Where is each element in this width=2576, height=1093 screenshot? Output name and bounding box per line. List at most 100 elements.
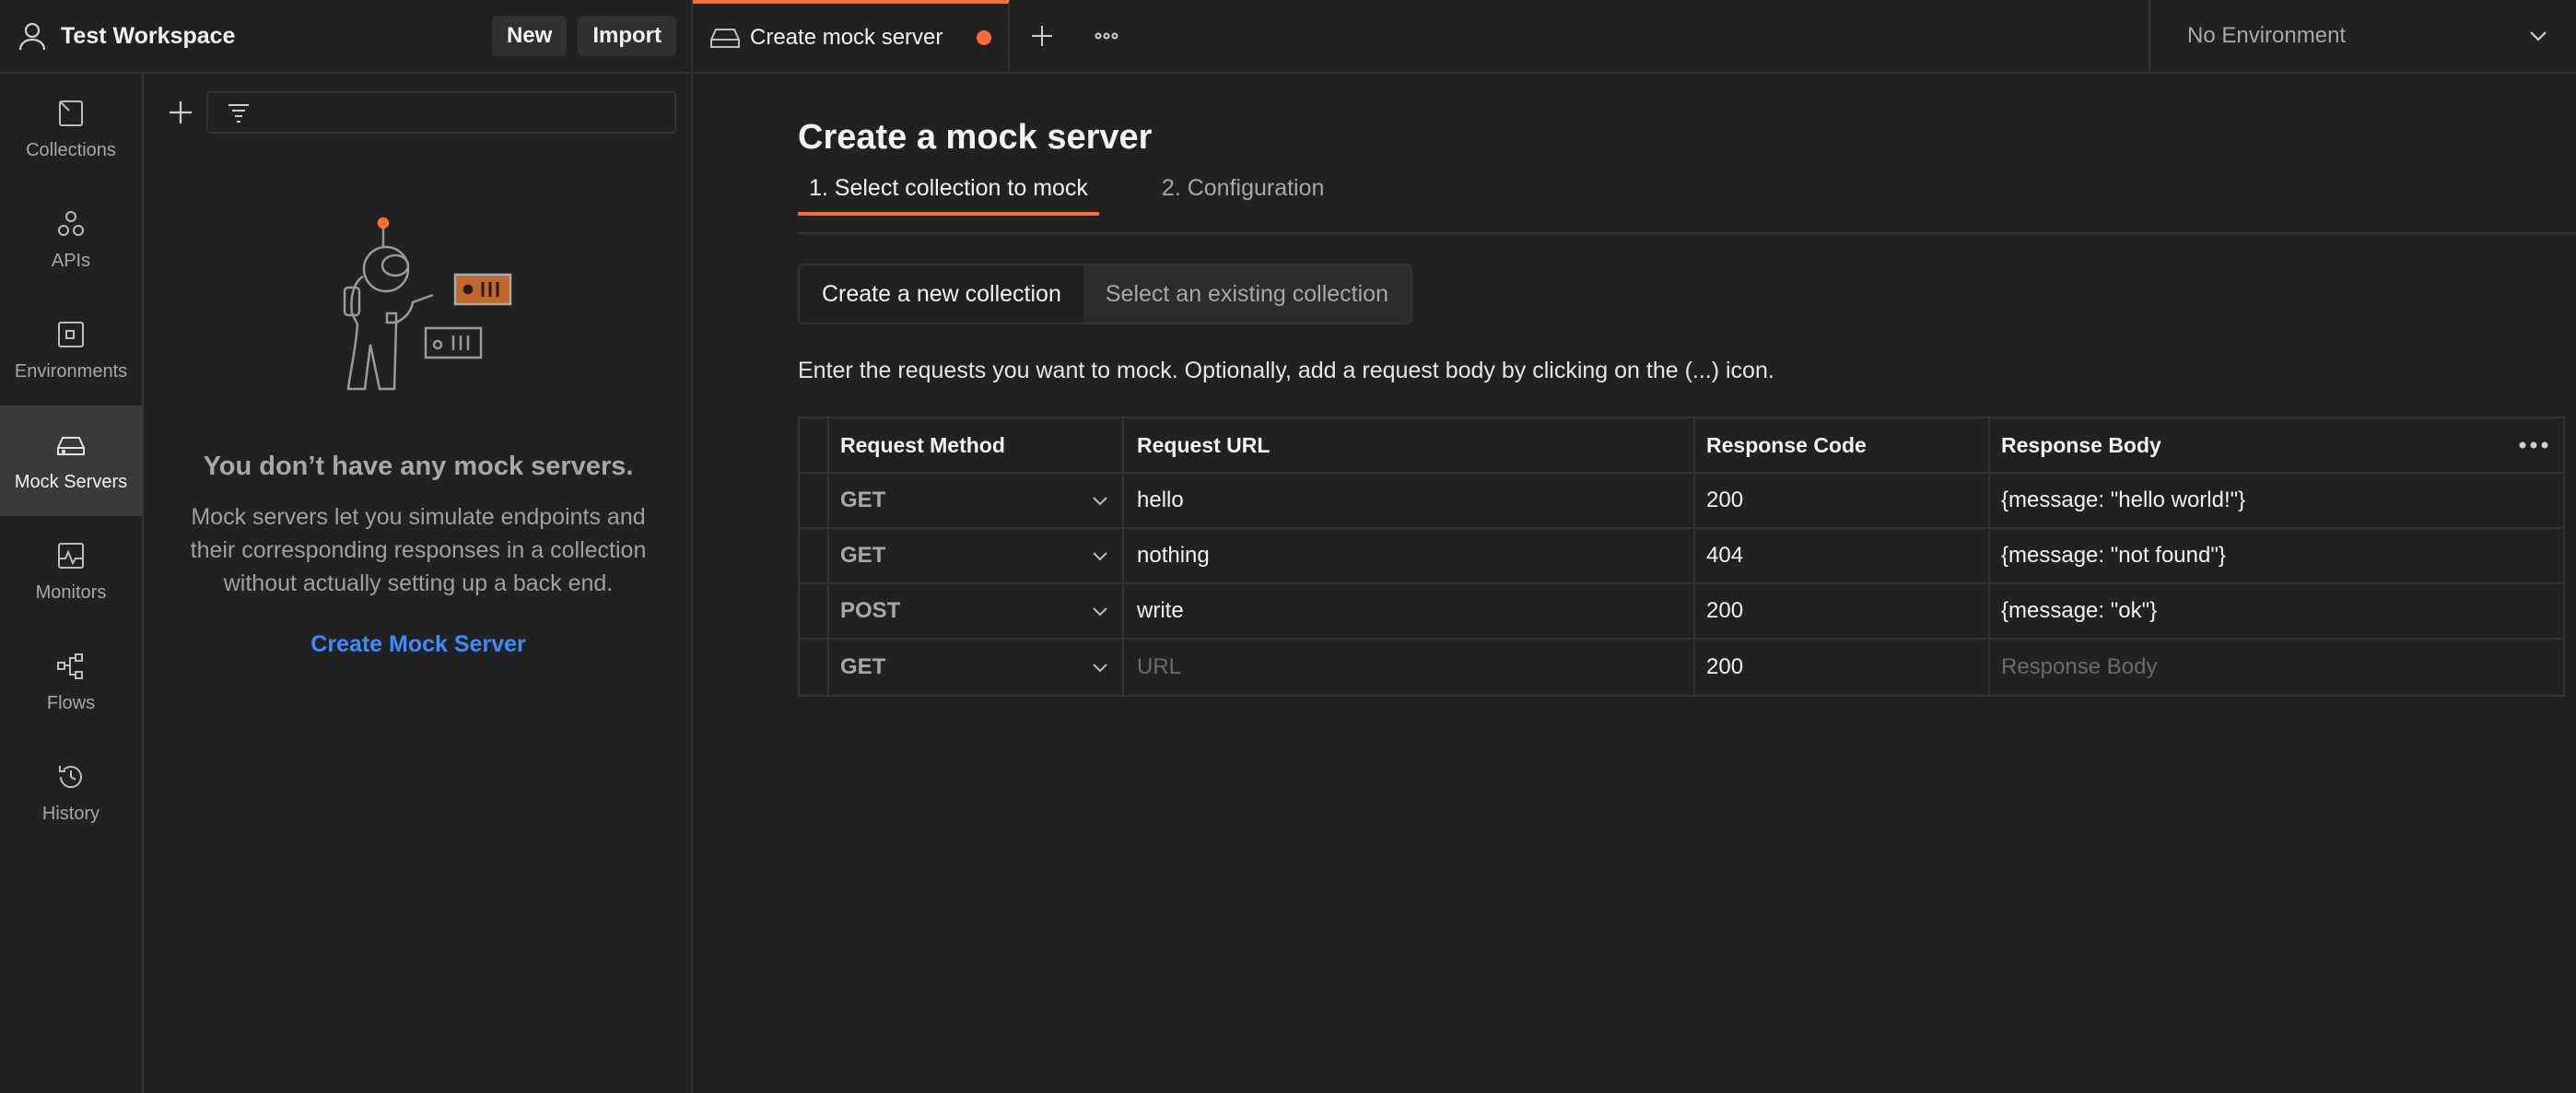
empty-state-title: You don’t have any mock servers. [203, 452, 634, 481]
workspace-header: Test Workspace New Import [0, 0, 693, 74]
more-options-icon[interactable] [2515, 434, 2552, 456]
row-handle[interactable] [800, 584, 829, 638]
apis-icon [58, 210, 84, 236]
response-body-input[interactable]: Response Body [1990, 640, 2563, 695]
table-row: GET nothing 404 {message: "not found"} [800, 529, 2563, 584]
sidebar-item-flows[interactable]: Flows [0, 627, 142, 737]
url-input[interactable]: nothing [1124, 529, 1695, 582]
response-code-input[interactable]: 404 [1695, 529, 1990, 582]
step-select-collection[interactable]: 1. Select collection to mock [798, 175, 1099, 216]
filter-input[interactable] [206, 91, 676, 134]
table-row: GET URL 200 Response Body [800, 640, 2563, 695]
column-header: Response Code [1695, 418, 1990, 472]
column-header: Request Method [829, 418, 1124, 472]
filter-icon[interactable] [225, 99, 252, 126]
url-input[interactable]: write [1124, 584, 1695, 638]
list-toolbar [144, 74, 691, 151]
method-value: GET [840, 654, 886, 679]
mock-servers-panel: You don’t have any mock servers. Mock se… [144, 74, 693, 1093]
column-header-response-body: Response Body [1990, 418, 2563, 472]
response-body-input[interactable]: {message: "not found"} [1990, 529, 2563, 582]
row-handle[interactable] [800, 640, 829, 695]
select-existing-collection-option[interactable]: Select an existing collection [1083, 265, 1411, 323]
monitors-icon [58, 542, 84, 569]
step-tabs: 1. Select collection to mock 2. Configur… [798, 175, 1387, 216]
method-value: GET [840, 488, 886, 512]
mock-requests-table: Request Method Request URL Response Code… [798, 417, 2565, 697]
response-body-input[interactable]: {message: "ok"} [1990, 584, 2563, 638]
sidebar-item-label: Collections [26, 139, 116, 160]
plus-icon [1032, 26, 1052, 46]
empty-state-description: Mock servers let you simulate endpoints … [190, 504, 647, 596]
chevron-down-icon [1093, 552, 1107, 561]
row-handle[interactable] [800, 529, 829, 582]
step-configuration[interactable]: 2. Configuration [1151, 175, 1336, 216]
tab-options-button[interactable] [1074, 0, 1139, 72]
sidebar-item-history[interactable]: History [0, 737, 142, 848]
tab-label: Create mock server [750, 25, 943, 50]
workspace-title[interactable]: Test Workspace [61, 23, 481, 50]
mock-server-tab-icon [710, 29, 740, 48]
environments-icon [58, 321, 84, 347]
table-row: POST write 200 {message: "ok"} [800, 584, 2563, 640]
step-divider [798, 232, 2576, 234]
astronaut-illustration [343, 217, 512, 391]
sidebar-item-label: Monitors [35, 582, 107, 603]
row-handle[interactable] [800, 474, 829, 527]
method-value: POST [840, 598, 901, 623]
flows-icon [57, 652, 83, 679]
instructions-text: Enter the requests you want to mock. Opt… [798, 358, 1774, 383]
tab-bar-spacer [1139, 0, 2149, 72]
table-header-row: Request Method Request URL Response Code… [800, 418, 2563, 474]
collections-icon [59, 100, 83, 126]
sidebar-item-mock-servers[interactable]: Mock Servers [0, 405, 142, 516]
response-code-input[interactable]: 200 [1695, 474, 1990, 527]
sidebar-item-collections[interactable]: Collections [0, 74, 142, 184]
method-select[interactable]: POST [829, 584, 1124, 638]
page-title: Create a mock server [798, 118, 1153, 157]
chevron-down-icon [1093, 607, 1107, 617]
row-handle-header [800, 418, 829, 472]
sidebar-item-label: Environments [14, 360, 128, 382]
create-mock-server-link[interactable]: Create Mock Server [144, 631, 693, 658]
method-value: GET [840, 543, 886, 568]
collection-mode-toggle: Create a new collection Select an existi… [798, 264, 1412, 324]
method-select[interactable]: GET [829, 474, 1124, 527]
sidebar-item-environments[interactable]: Environments [0, 295, 142, 405]
table-row: GET hello 200 {message: "hello world!"} [800, 474, 2563, 529]
new-button[interactable]: New [491, 16, 568, 56]
empty-state: You don’t have any mock servers. Mock se… [144, 212, 693, 658]
column-header: Request URL [1124, 418, 1695, 472]
response-code-input[interactable]: 200 [1695, 584, 1990, 638]
response-body-input[interactable]: {message: "hello world!"} [1990, 474, 2563, 527]
tab-create-mock-server[interactable]: Create mock server [693, 0, 1010, 72]
chevron-down-icon [1093, 497, 1107, 506]
user-icon[interactable] [17, 20, 48, 52]
mock-servers-icon [57, 436, 85, 455]
sidebar-item-label: Mock Servers [14, 471, 128, 492]
method-select[interactable]: GET [829, 529, 1124, 582]
main-content: Create a mock server 1. Select collectio… [693, 74, 2576, 1093]
create-new-collection-option[interactable]: Create a new collection [800, 265, 1083, 323]
column-header: Response Body [2001, 432, 2161, 457]
history-icon [59, 765, 82, 788]
plus-icon[interactable] [164, 96, 197, 129]
response-code-input[interactable]: 200 [1695, 640, 1990, 695]
sidebar-item-apis[interactable]: APIs [0, 184, 142, 295]
chevron-down-icon [1093, 664, 1107, 673]
environment-selected: No Environment [2187, 23, 2347, 48]
method-select[interactable]: GET [829, 640, 1124, 695]
url-input[interactable]: URL [1124, 640, 1695, 695]
sidebar-item-label: Flows [46, 692, 96, 713]
new-tab-button[interactable] [1010, 0, 1074, 72]
sidebar-item-label: History [41, 803, 100, 824]
sidebar-item-label: APIs [51, 250, 91, 271]
icon-sidebar: Collections APIs Environments Mock Serve… [0, 74, 144, 1093]
import-button[interactable]: Import [578, 16, 676, 56]
url-input[interactable]: hello [1124, 474, 1695, 527]
more-options-icon [1095, 32, 1118, 40]
sidebar-item-monitors[interactable]: Monitors [0, 516, 142, 627]
chevron-down-icon [2530, 31, 2547, 41]
unsaved-indicator[interactable] [977, 30, 991, 45]
environment-selector[interactable]: No Environment [2149, 0, 2576, 72]
